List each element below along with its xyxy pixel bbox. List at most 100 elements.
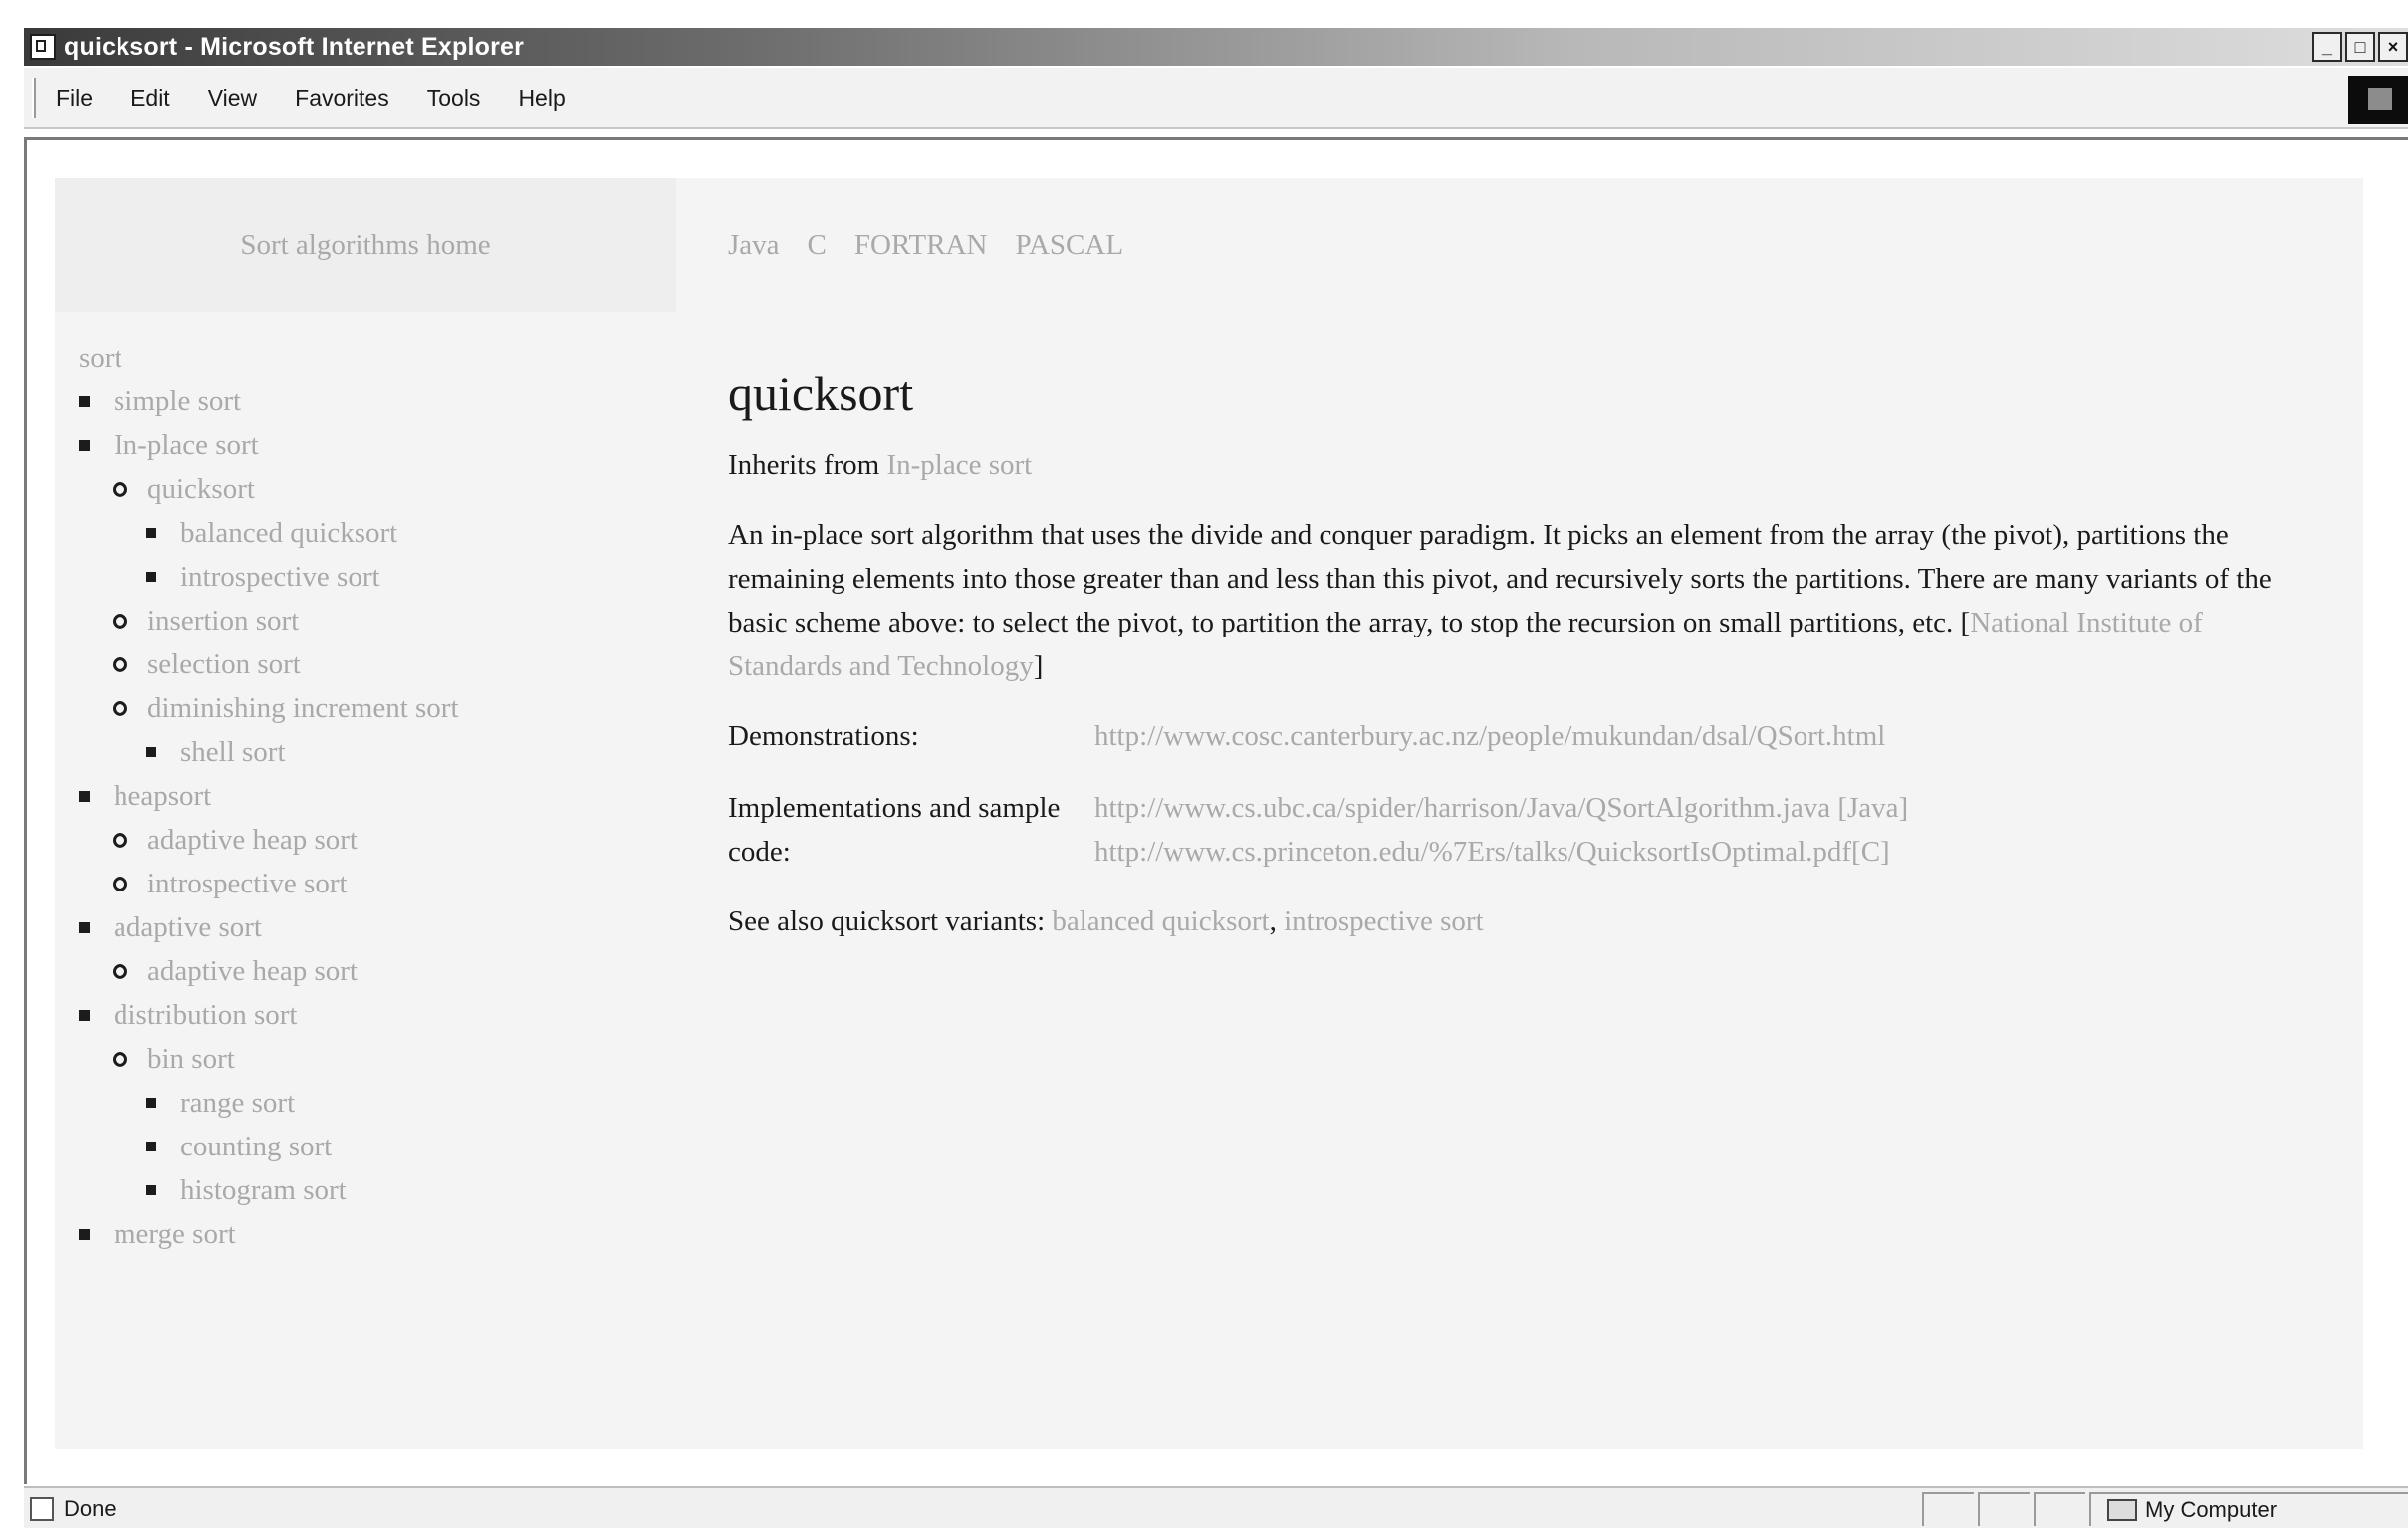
menu-favorites[interactable]: Favorites xyxy=(295,85,389,112)
tree-item: merge sort xyxy=(79,1212,459,1256)
tree-link[interactable]: heapsort xyxy=(114,780,211,813)
tree-link[interactable]: balanced quicksort xyxy=(180,517,397,550)
bullet-disc-icon xyxy=(79,439,90,451)
lang-link-pascal[interactable]: PASCAL xyxy=(1016,229,1124,262)
menu-tools[interactable]: Tools xyxy=(427,85,481,112)
window-title: quicksort - Microsoft Internet Explorer xyxy=(64,32,525,61)
see-also: See also quicksort variants: balanced qu… xyxy=(728,899,2321,943)
sidebar-header: Sort algorithms home xyxy=(55,178,676,312)
tree-link[interactable]: simple sort xyxy=(114,385,241,418)
tree-link[interactable]: adaptive heap sort xyxy=(147,955,358,988)
tree-link[interactable]: range sort xyxy=(180,1087,295,1120)
status-panels: My Computer xyxy=(1918,1492,2408,1526)
lang-link-java[interactable]: Java xyxy=(728,229,780,262)
see-also-link-introspective-sort[interactable]: introspective sort xyxy=(1284,905,1484,937)
tree-link[interactable]: adaptive heap sort xyxy=(147,824,358,857)
implementation-item: http://www.cs.princeton.edu/%7Ers/talks/… xyxy=(1094,830,1908,874)
bullet-disc-icon xyxy=(79,1228,90,1240)
sidebar: sort simple sort In-place sort quicksort xyxy=(55,312,676,1449)
tree-link[interactable]: histogram sort xyxy=(180,1174,347,1207)
tree-link[interactable]: insertion sort xyxy=(147,605,299,637)
status-text: Done xyxy=(64,1496,117,1521)
tree-link[interactable]: selection sort xyxy=(147,648,301,681)
implementation-tag-c[interactable]: [C] xyxy=(1851,836,1890,868)
menu-help[interactable]: Help xyxy=(518,85,565,112)
inherits-label: Inherits from xyxy=(728,449,880,481)
window-controls: _ □ × xyxy=(2312,32,2408,62)
web-page: Sort algorithms home Java C FORTRAN PASC… xyxy=(55,178,2363,1449)
bullet-circle-icon xyxy=(113,963,127,979)
tree-link[interactable]: merge sort xyxy=(114,1218,236,1251)
tree-item: simple sort xyxy=(79,380,459,423)
bullet-circle-icon xyxy=(113,876,127,891)
bullet-square-icon xyxy=(146,1098,156,1108)
tree-item: heapsort xyxy=(79,774,459,818)
bullet-circle-icon xyxy=(113,1051,127,1067)
source-bracket-close: ] xyxy=(1033,650,1044,682)
home-link[interactable]: Sort algorithms home xyxy=(240,229,490,262)
lang-link-fortran[interactable]: FORTRAN xyxy=(854,229,988,262)
see-also-link-balanced-quicksort[interactable]: balanced quicksort xyxy=(1052,905,1269,937)
browser-window: quicksort - Microsoft Internet Explorer … xyxy=(0,0,2408,1528)
implementation-item: http://www.cs.ubc.ca/spider/harrison/Jav… xyxy=(1094,786,1908,830)
minimize-button[interactable]: _ xyxy=(2312,32,2342,62)
windows-logo-icon xyxy=(2348,76,2408,124)
tree-link[interactable]: introspective sort xyxy=(180,561,380,594)
menu-edit[interactable]: Edit xyxy=(130,85,170,112)
tree-link[interactable]: counting sort xyxy=(180,1131,332,1163)
tree-link[interactable]: quicksort xyxy=(147,473,255,506)
tree-link[interactable]: introspective sort xyxy=(147,868,348,900)
tree-item: In-place sort xyxy=(79,423,459,467)
bullet-square-icon xyxy=(146,747,156,757)
main-content: quicksort Inherits from In-place sort An… xyxy=(728,364,2321,943)
language-nav: Java C FORTRAN PASCAL xyxy=(676,178,2363,312)
status-panel xyxy=(2034,1492,2085,1526)
demonstrations-row: Demonstrations: http://www.cosc.canterbu… xyxy=(728,714,2321,758)
my-computer-icon xyxy=(2107,1499,2137,1521)
ie-page-icon xyxy=(30,34,56,60)
tree-link[interactable]: shell sort xyxy=(180,736,286,769)
browser-viewport: Sort algorithms home Java C FORTRAN PASC… xyxy=(24,137,2408,1484)
tree-root-sort[interactable]: sort xyxy=(79,336,459,380)
tree-item: bin sort xyxy=(79,1037,459,1081)
status-panel xyxy=(1978,1492,2030,1526)
bullet-disc-icon xyxy=(79,790,90,802)
implementation-tag-java[interactable]: [Java] xyxy=(1837,792,1908,824)
close-button[interactable]: × xyxy=(2378,32,2408,62)
tree-item: quicksort xyxy=(79,467,459,511)
menu-view[interactable]: View xyxy=(208,85,257,112)
tree-item: counting sort xyxy=(79,1125,459,1168)
bullet-square-icon xyxy=(146,528,156,538)
source-bracket-open: [ xyxy=(1960,607,1971,638)
tree-link[interactable]: distribution sort xyxy=(114,999,297,1032)
tree-link[interactable]: In-place sort xyxy=(114,429,259,462)
demonstration-link[interactable]: http://www.cosc.canterbury.ac.nz/people/… xyxy=(1094,720,1885,752)
implementation-link-java[interactable]: http://www.cs.ubc.ca/spider/harrison/Jav… xyxy=(1094,792,1830,824)
inherits-link[interactable]: In-place sort xyxy=(886,449,1032,481)
tree-item: adaptive heap sort xyxy=(79,818,459,862)
implementations-label: Implementations and sample code: xyxy=(728,792,1061,868)
page-title: quicksort xyxy=(728,366,914,421)
tree-link[interactable]: diminishing increment sort xyxy=(147,692,459,725)
toolbar-grip[interactable] xyxy=(32,78,36,118)
tree-link[interactable]: bin sort xyxy=(147,1043,235,1076)
bullet-circle-icon xyxy=(113,700,127,716)
maximize-button[interactable]: □ xyxy=(2345,32,2375,62)
bullet-square-icon xyxy=(146,1185,156,1195)
page-done-icon xyxy=(30,1497,54,1521)
demonstrations-label: Demonstrations: xyxy=(728,720,919,752)
lang-link-c[interactable]: C xyxy=(808,229,827,262)
sort-tree: sort simple sort In-place sort quicksort xyxy=(79,336,459,1256)
implementations-value: http://www.cs.ubc.ca/spider/harrison/Jav… xyxy=(1094,786,1908,874)
tree-link[interactable]: adaptive sort xyxy=(114,911,262,944)
bullet-circle-icon xyxy=(113,656,127,672)
inherits-line: Inherits from In-place sort xyxy=(728,445,2321,485)
status-bar: Done My Computer xyxy=(24,1486,2408,1528)
tree-item: insertion sort xyxy=(79,599,459,642)
bullet-disc-icon xyxy=(79,395,90,407)
tree-item: shell sort xyxy=(79,730,459,774)
tree-item: selection sort xyxy=(79,642,459,686)
implementation-link-c[interactable]: http://www.cs.princeton.edu/%7Ers/talks/… xyxy=(1094,836,1851,868)
menu-file[interactable]: File xyxy=(56,85,93,112)
bullet-square-icon xyxy=(146,572,156,582)
